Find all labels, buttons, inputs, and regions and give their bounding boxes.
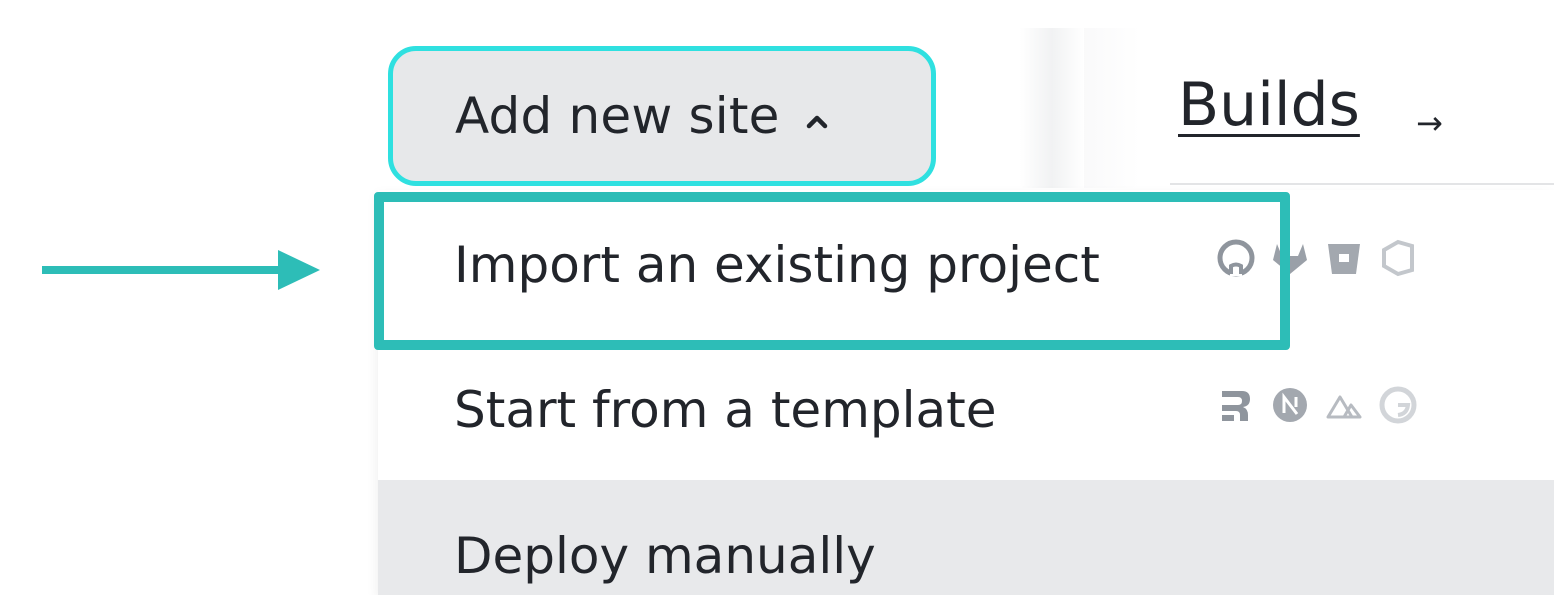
- nuxt-icon: [1324, 385, 1364, 425]
- gitlab-icon: [1270, 238, 1310, 278]
- menu-item-deploy-manually[interactable]: Deploy manually: [378, 480, 1554, 595]
- menu-item-label: Start from a template: [454, 381, 997, 439]
- remix-icon: [1216, 385, 1256, 425]
- add-new-site-label: Add new site: [455, 87, 780, 145]
- github-icon: [1216, 238, 1256, 278]
- menu-item-label: Deploy manually: [454, 526, 876, 585]
- arrow-right-icon: →: [1416, 104, 1443, 142]
- nextjs-icon: [1270, 385, 1310, 425]
- framework-icons: [1216, 385, 1432, 425]
- bitbucket-icon: [1324, 238, 1364, 278]
- column-divider: [1020, 28, 1084, 188]
- stage: Add new site Builds → Import an existing…: [0, 0, 1554, 595]
- git-provider-icons: [1216, 238, 1432, 278]
- builds-link[interactable]: Builds: [1178, 70, 1360, 140]
- menu-item-label: Import an existing project: [454, 236, 1100, 294]
- gatsby-icon: [1378, 385, 1418, 425]
- add-new-site-button[interactable]: Add new site: [388, 46, 936, 186]
- section-divider: [1170, 183, 1554, 185]
- chevron-up-icon: [806, 111, 828, 133]
- azure-devops-icon: [1378, 238, 1418, 278]
- add-site-dropdown-menu: Import an existing project Start from a …: [378, 190, 1554, 595]
- annotation-arrow-icon: [42, 250, 320, 290]
